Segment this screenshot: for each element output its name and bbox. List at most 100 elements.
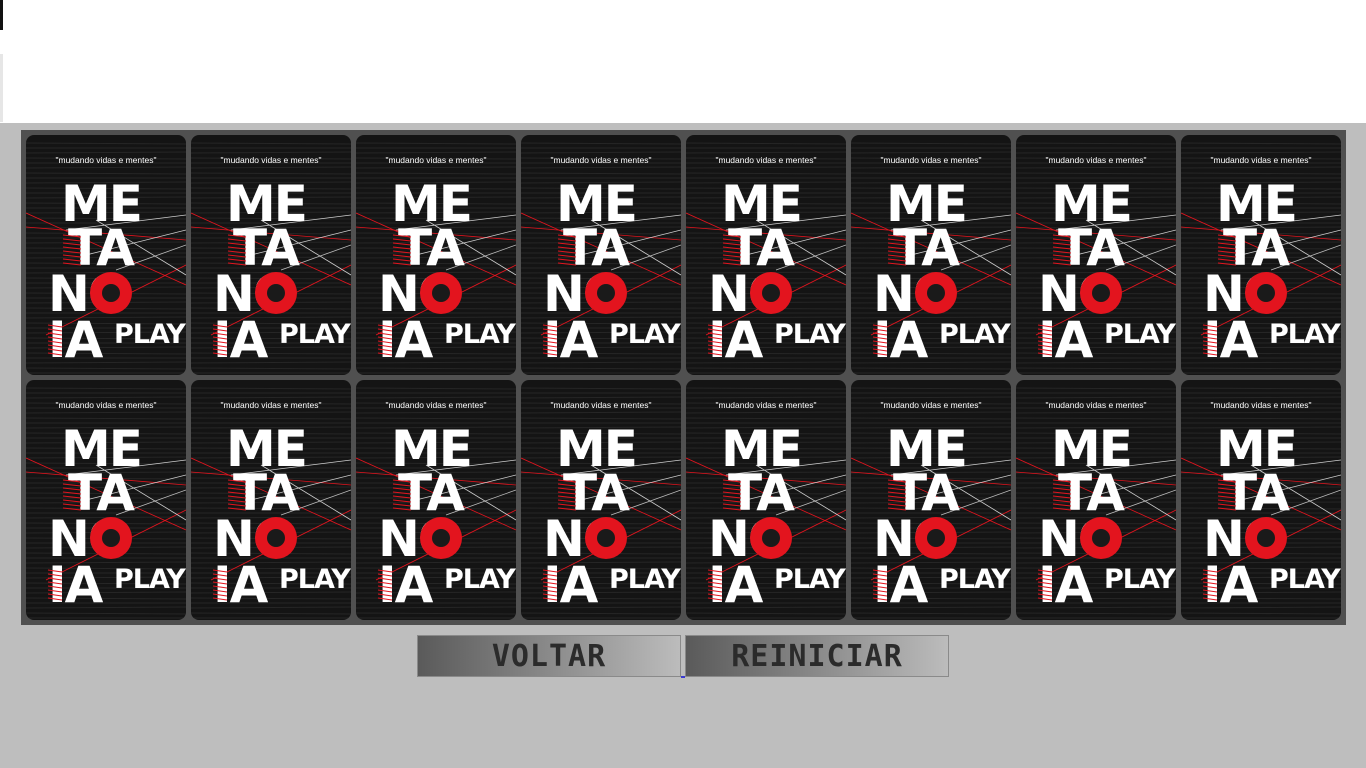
card-tagline: "mudando vidas e mentes" — [880, 155, 981, 165]
memory-card[interactable]: "mudando vidas e mentes" ME TA NO IA PLAY — [521, 380, 681, 620]
logo-play: PLAY — [939, 564, 1011, 595]
memory-card[interactable]: "mudando vidas e mentes" ME TA NO IA PLAY — [1016, 380, 1176, 620]
memory-card[interactable]: "mudando vidas e mentes" ME TA NO IA PLAY — [1181, 380, 1341, 620]
target-circle-icon — [90, 517, 132, 559]
card-back-art: "mudando vidas e mentes"METANOIA PLAY — [356, 142, 516, 374]
card-tagline: "mudando vidas e mentes" — [55, 155, 156, 165]
restart-button[interactable]: REINICIAR — [685, 635, 949, 677]
memory-card[interactable]: "mudando vidas e mentes" ME TA NO IA PLAY — [26, 135, 186, 375]
memory-card[interactable]: "mudando vidas e mentes" ME TA NO IA PLAY — [1016, 135, 1176, 375]
target-circle-icon — [420, 517, 462, 559]
target-circle-icon — [915, 272, 957, 314]
logo-play: PLAY — [609, 319, 681, 350]
card-back-art: "mudando vidas e mentes"METANOIA PLAY — [1181, 142, 1341, 374]
card-back-art: "mudando vidas e mentes"METANOIA PLAY — [1181, 387, 1341, 619]
memory-card[interactable]: "mudando vidas e mentes" ME TA NO IA PLAY — [686, 135, 846, 375]
back-button[interactable]: VOLTAR — [417, 635, 681, 677]
focus-underline — [681, 676, 685, 678]
target-circle-icon — [255, 517, 297, 559]
card-tagline: "mudando vidas e mentes" — [55, 400, 156, 410]
logo-line: IA — [708, 311, 764, 369]
memory-card[interactable]: "mudando vidas e mentes" ME TA NO IA PLAY — [191, 135, 351, 375]
logo-line: IA — [873, 311, 929, 369]
logo-play: PLAY — [279, 319, 351, 350]
card-back-art: "mudando vidas e mentes"METANOIA PLAY — [1016, 142, 1176, 374]
memory-card[interactable]: "mudando vidas e mentes" ME TA NO IA PLAY — [356, 135, 516, 375]
card-tagline: "mudando vidas e mentes" — [385, 400, 486, 410]
logo-play: PLAY — [1104, 319, 1176, 350]
logo-play: PLAY — [444, 319, 516, 350]
logo-play: PLAY — [279, 564, 351, 595]
card-back-art: "mudando vidas e mentes"METANOIA PLAY — [26, 142, 186, 374]
card-tagline: "mudando vidas e mentes" — [880, 400, 981, 410]
card-tagline: "mudando vidas e mentes" — [220, 400, 321, 410]
memory-card[interactable]: "mudando vidas e mentes" ME TA NO IA PLAY — [521, 135, 681, 375]
logo-play: PLAY — [1269, 319, 1341, 350]
logo-play: PLAY — [774, 564, 846, 595]
card-back-art: "mudando vidas e mentes"METANOIA PLAY — [521, 387, 681, 619]
target-circle-icon — [585, 517, 627, 559]
target-circle-icon — [255, 272, 297, 314]
logo-play: PLAY — [114, 564, 186, 595]
logo-line: IA — [1203, 311, 1259, 369]
logo-play: PLAY — [609, 564, 681, 595]
target-circle-icon — [1080, 272, 1122, 314]
card-tagline: "mudando vidas e mentes" — [715, 155, 816, 165]
card-back-art: "mudando vidas e mentes"METANOIA PLAY — [1016, 387, 1176, 619]
logo-play: PLAY — [114, 319, 186, 350]
memory-card[interactable]: "mudando vidas e mentes" ME TA NO IA PLAY — [851, 380, 1011, 620]
logo-line: IA — [213, 556, 269, 614]
memory-card[interactable]: "mudando vidas e mentes" ME TA NO IA PLAY — [1181, 135, 1341, 375]
memory-card[interactable]: "mudando vidas e mentes" ME TA NO IA PLAY — [356, 380, 516, 620]
card-tagline: "mudando vidas e mentes" — [550, 400, 651, 410]
logo-line: IA — [1038, 311, 1094, 369]
logo-play: PLAY — [1104, 564, 1176, 595]
game-board: "mudando vidas e mentes" ME TA NO IA PLAY "mud… — [21, 130, 1346, 625]
memory-card[interactable]: "mudando vidas e mentes" ME TA NO IA PLAY — [686, 380, 846, 620]
card-tagline: "mudando vidas e mentes" — [1210, 400, 1311, 410]
memory-card[interactable]: "mudando vidas e mentes" ME TA NO IA PLAY — [191, 380, 351, 620]
logo-play: PLAY — [774, 319, 846, 350]
logo-line: IA — [378, 311, 434, 369]
logo-play: PLAY — [939, 319, 1011, 350]
card-back-art: "mudando vidas e mentes"METANOIA PLAY — [356, 387, 516, 619]
card-tagline: "mudando vidas e mentes" — [220, 155, 321, 165]
card-tagline: "mudando vidas e mentes" — [1045, 400, 1146, 410]
target-circle-icon — [750, 272, 792, 314]
card-back-art: "mudando vidas e mentes"METANOIA PLAY — [191, 142, 351, 374]
card-back-art: "mudando vidas e mentes"METANOIA PLAY — [26, 387, 186, 619]
target-circle-icon — [1080, 517, 1122, 559]
memory-card[interactable]: "mudando vidas e mentes" ME TA NO IA PLAY — [851, 135, 1011, 375]
target-circle-icon — [90, 272, 132, 314]
target-circle-icon — [1245, 517, 1287, 559]
card-back-art: "mudando vidas e mentes"METANOIA PLAY — [191, 387, 351, 619]
card-back-art: "mudando vidas e mentes"METANOIA PLAY — [686, 387, 846, 619]
memory-card[interactable]: "mudando vidas e mentes" ME TA NO IA PLAY — [26, 380, 186, 620]
logo-line: IA — [708, 556, 764, 614]
logo-line: IA — [873, 556, 929, 614]
header-bar — [0, 0, 1366, 123]
logo-line: IA — [48, 556, 104, 614]
card-tagline: "mudando vidas e mentes" — [385, 155, 486, 165]
target-circle-icon — [585, 272, 627, 314]
logo-line: IA — [378, 556, 434, 614]
logo-play: PLAY — [1269, 564, 1341, 595]
target-circle-icon — [1245, 272, 1287, 314]
logo-line: IA — [543, 311, 599, 369]
logo-line: IA — [1038, 556, 1094, 614]
card-back-art: "mudando vidas e mentes"METANOIA PLAY — [686, 142, 846, 374]
card-back-art: "mudando vidas e mentes"METANOIA PLAY — [851, 387, 1011, 619]
header-edge-shade — [0, 54, 3, 122]
logo-line: IA — [48, 311, 104, 369]
logo-line: IA — [543, 556, 599, 614]
card-back-art: "mudando vidas e mentes"METANOIA PLAY — [521, 142, 681, 374]
card-back-art: "mudando vidas e mentes"METANOIA PLAY — [851, 142, 1011, 374]
target-circle-icon — [750, 517, 792, 559]
card-tagline: "mudando vidas e mentes" — [715, 400, 816, 410]
card-tagline: "mudando vidas e mentes" — [550, 155, 651, 165]
logo-play: PLAY — [444, 564, 516, 595]
target-circle-icon — [420, 272, 462, 314]
card-tagline: "mudando vidas e mentes" — [1045, 155, 1146, 165]
target-circle-icon — [915, 517, 957, 559]
logo-line: IA — [1203, 556, 1259, 614]
